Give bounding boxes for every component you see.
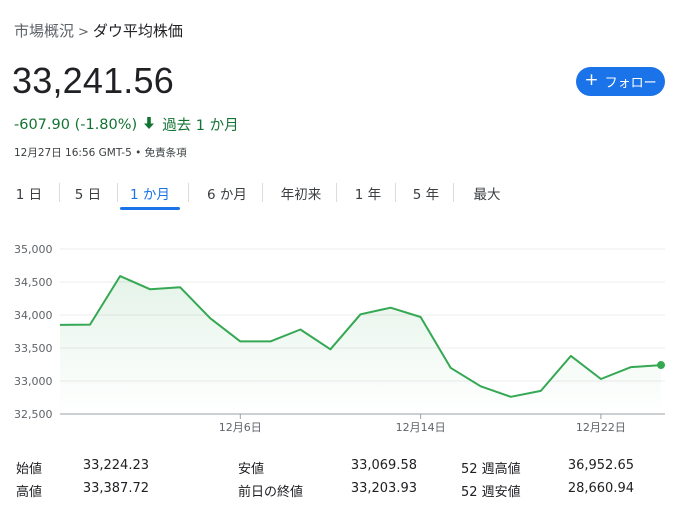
tab-divider — [336, 183, 337, 202]
price-change: -607.90 (-1.80%) 過去 1 か月 — [14, 114, 239, 135]
x-tick-label: 12月6日 — [219, 421, 262, 434]
stat-value: 28,660.94 — [567, 481, 634, 496]
follow-button-label: フォロー — [604, 76, 657, 91]
timestamp-separator: • — [135, 147, 142, 159]
stat-value: 33,387.72 — [82, 481, 149, 496]
breadcrumb-current: ダウ平均株価 — [92, 22, 183, 40]
tab-divider — [453, 183, 454, 202]
tab-divider — [395, 183, 396, 202]
arrow-down-icon — [143, 116, 157, 134]
range-tabs: 1 日 5 日 1 か月 6 か月 年初来 1 年 5 年 最大 — [0, 178, 540, 210]
breadcrumb-separator: > — [78, 25, 89, 40]
tab-label: 年初来 — [280, 187, 322, 203]
tab-divider — [117, 183, 118, 202]
x-tick-label: 12月22日 — [576, 421, 626, 434]
stat-value: 33,069.58 — [350, 458, 417, 473]
price-chart: 32,500 33,000 33,500 34,000 34,500 35,000 12月6… — [14, 243, 665, 434]
plus-icon: + — [584, 70, 599, 90]
breadcrumb-parent-link[interactable]: 市場概況 — [14, 22, 74, 40]
price-area-fill — [60, 276, 661, 414]
active-tab-indicator — [120, 207, 180, 210]
follow-button[interactable]: + フォロー — [576, 67, 665, 96]
last-price-dot — [657, 361, 665, 370]
stat-value: 33,224.23 — [82, 458, 149, 473]
tab-label: 1 年 — [354, 187, 382, 203]
stats-row: 始値 33,224.23 安値 33,069.58 52 週高値 36,952.65 — [16, 458, 676, 478]
tab-3[interactable]: 1 か月 — [120, 178, 180, 210]
tab-divider — [59, 183, 60, 202]
stat-label: 52 週安値 — [461, 485, 521, 500]
tab-5[interactable]: 年初来 — [268, 178, 334, 208]
tab-7[interactable]: 5 年 — [402, 178, 450, 208]
y-tick-label: 33,000 — [14, 375, 53, 388]
price-change-period: 過去 1 か月 — [162, 118, 239, 134]
y-tick-label: 34,500 — [14, 276, 53, 289]
y-tick-label: 33,500 — [14, 342, 53, 355]
price-change-value: -607.90 (-1.80%) — [14, 116, 138, 133]
stat-value: 36,952.65 — [567, 458, 634, 473]
stat-label: 前日の終値 — [238, 485, 304, 500]
stat-label: 始値 — [16, 462, 43, 477]
tab-4[interactable]: 6 か月 — [196, 178, 258, 208]
y-tick-label: 35,000 — [14, 243, 53, 256]
stat-label: 安値 — [238, 462, 265, 477]
tab-label: 最大 — [473, 187, 501, 203]
tab-label: 6 か月 — [207, 187, 247, 203]
tab-divider — [188, 183, 189, 202]
tab-1[interactable]: 1 日 — [12, 178, 46, 208]
stat-label: 高値 — [16, 485, 43, 500]
tab-divider — [262, 183, 263, 202]
stat-label: 52 週高値 — [461, 462, 521, 477]
tab-label: 5 年 — [412, 187, 440, 203]
y-tick-label: 32,500 — [14, 408, 53, 421]
x-tick-label: 12月14日 — [396, 421, 446, 434]
breadcrumb: 市場概況 > ダウ平均株価 — [14, 20, 183, 41]
current-price: 33,241.56 — [12, 60, 174, 101]
stats-row: 高値 33,387.72 前日の終値 33,203.93 52 週安値 28,660.94 — [16, 481, 676, 501]
stat-value: 33,203.93 — [350, 481, 417, 496]
tab-8[interactable]: 最大 — [460, 178, 514, 208]
tab-label: 1 日 — [15, 187, 43, 203]
tab-label: 1 か月 — [130, 187, 170, 203]
timestamp: 12月27日 16:56 GMT-5 • 免責条項 — [14, 145, 187, 160]
timestamp-text: 12月27日 16:56 GMT-5 — [14, 147, 132, 159]
tab-6[interactable]: 1 年 — [344, 178, 392, 208]
tab-2[interactable]: 5 日 — [66, 178, 110, 208]
disclaimer-link[interactable]: 免責条項 — [145, 147, 187, 159]
y-tick-label: 34,000 — [14, 309, 53, 322]
tab-label: 5 日 — [74, 187, 102, 203]
